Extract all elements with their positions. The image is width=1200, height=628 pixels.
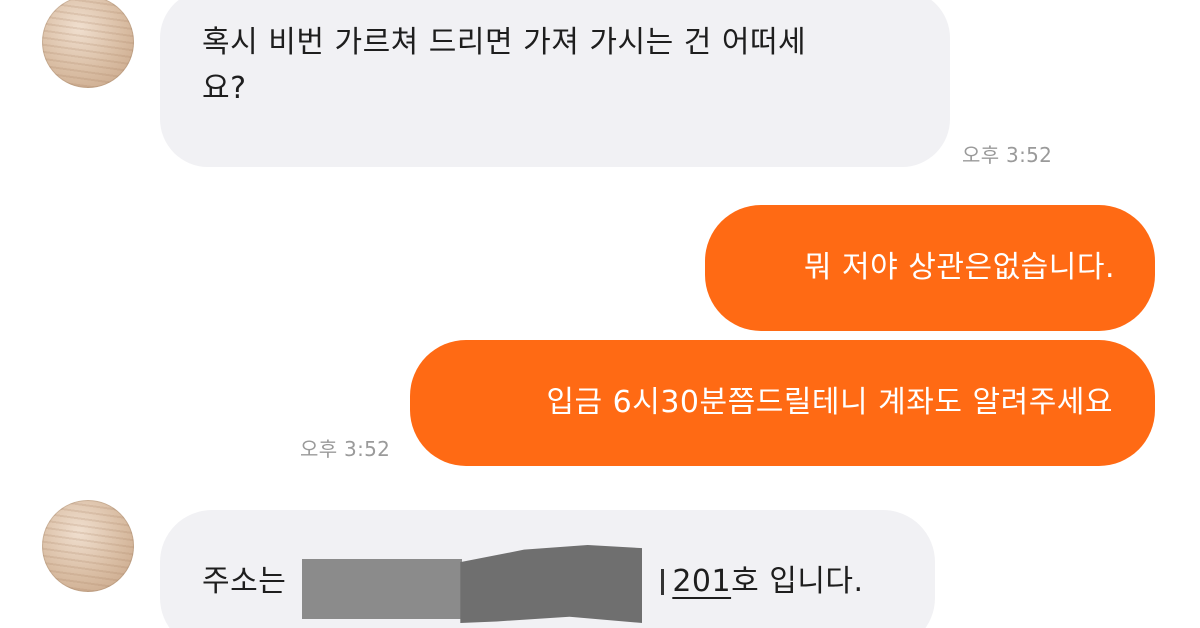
- incoming-message-bubble[interactable]: 주소는 201 호 입니다.: [160, 510, 935, 628]
- redaction-edge-mark: [661, 569, 665, 595]
- redacted-address: [302, 539, 647, 625]
- message-text-line: 요?: [202, 71, 247, 106]
- message-timestamp: 오후 3:52: [962, 143, 1053, 167]
- outgoing-message-bubble[interactable]: 입금 6시30분쯤드릴테니 계좌도 알려주세요: [410, 340, 1155, 466]
- outgoing-message-bubble[interactable]: 뭐 저야 상관은없습니다.: [705, 205, 1155, 331]
- message-text: 입금 6시30분쯤드릴테니 계좌도 알려주세요: [546, 385, 1113, 420]
- message-text: 뭐 저야 상관은없습니다.: [803, 250, 1115, 285]
- sender-avatar[interactable]: [42, 500, 134, 592]
- sender-avatar[interactable]: [42, 0, 134, 88]
- message-timestamp: 오후 3:52: [300, 437, 391, 461]
- address-number-link[interactable]: 201: [672, 559, 731, 605]
- incoming-message-bubble[interactable]: 혹시 비번 가르쳐 드리면 가져 가시는 건 어떠세 요?: [160, 0, 950, 167]
- message-text: 호 입니다.: [731, 564, 864, 599]
- message-text: 주소는: [202, 564, 287, 599]
- message-text-line: 혹시 비번 가르쳐 드리면 가져 가시는 건 어떠세: [202, 25, 807, 60]
